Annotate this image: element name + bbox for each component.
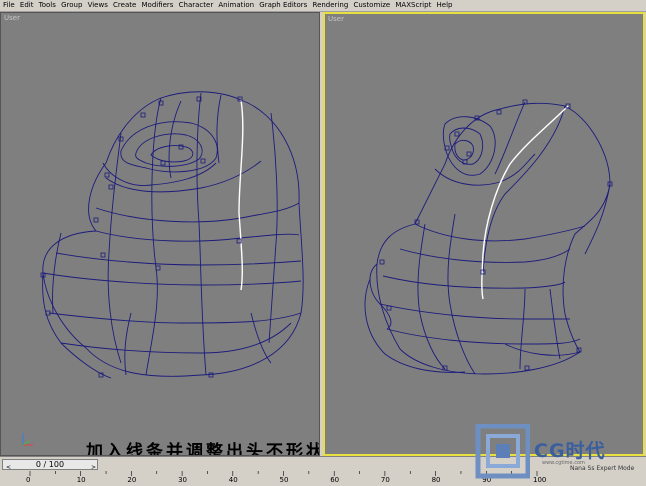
logo-brand-text: CG时代 bbox=[534, 440, 606, 462]
menu-item-create[interactable]: Create bbox=[110, 0, 138, 11]
menu-item-customize[interactable]: Customize bbox=[351, 0, 393, 11]
viewport-left[interactable]: User 加入线条并调整出头不形状 bbox=[0, 12, 320, 456]
menu-item-rendering[interactable]: Rendering bbox=[310, 0, 351, 11]
ruler-tick-label: 60 bbox=[330, 476, 340, 484]
ruler-tick-label: 10 bbox=[76, 476, 86, 484]
ruler-tick-label: 0 bbox=[26, 476, 31, 484]
tutorial-caption: 加入线条并调整出头不形状 bbox=[86, 442, 320, 456]
ruler-tick-label: 30 bbox=[178, 476, 188, 484]
time-slider[interactable]: < 0 / 100 > bbox=[2, 459, 98, 471]
menu-item-graph-editors[interactable]: Graph Editors bbox=[257, 0, 310, 11]
viewport-right[interactable]: User bbox=[323, 12, 645, 456]
menu-bar: File Edit Tools Group Views Create Modifiers Ch… bbox=[0, 0, 646, 12]
menu-item-edit[interactable]: Edit bbox=[17, 0, 36, 11]
menu-item-group[interactable]: Group bbox=[59, 0, 86, 11]
cgtime-logo: CG时代 www.cgtime.com Nana Ss Expert Mode bbox=[470, 424, 646, 485]
menu-item-views[interactable]: Views bbox=[85, 0, 110, 11]
ruler-tick-label: 70 bbox=[380, 476, 390, 484]
menu-item-help[interactable]: Help bbox=[434, 0, 455, 11]
menu-item-animation[interactable]: Animation bbox=[216, 0, 257, 11]
ruler-tick-label: 40 bbox=[228, 476, 238, 484]
frame-counter: 0 / 100 bbox=[35, 460, 65, 469]
menu-item-character[interactable]: Character bbox=[176, 0, 216, 11]
menu-item-maxscript[interactable]: MAXScript bbox=[393, 0, 434, 11]
head-wireframe-left bbox=[22, 91, 304, 446]
ruler-tick-label: 80 bbox=[431, 476, 441, 484]
logo-emblem-icon bbox=[475, 424, 530, 479]
head-wireframe-right bbox=[364, 99, 613, 375]
menu-item-modifiers[interactable]: Modifiers bbox=[139, 0, 176, 11]
status-text: Nana Ss Expert Mode bbox=[570, 465, 635, 472]
ruler-tick-label: 50 bbox=[279, 476, 289, 484]
ruler-tick-label: 20 bbox=[127, 476, 137, 484]
menu-item-file[interactable]: File bbox=[0, 0, 17, 11]
menu-item-tools[interactable]: Tools bbox=[36, 0, 58, 11]
